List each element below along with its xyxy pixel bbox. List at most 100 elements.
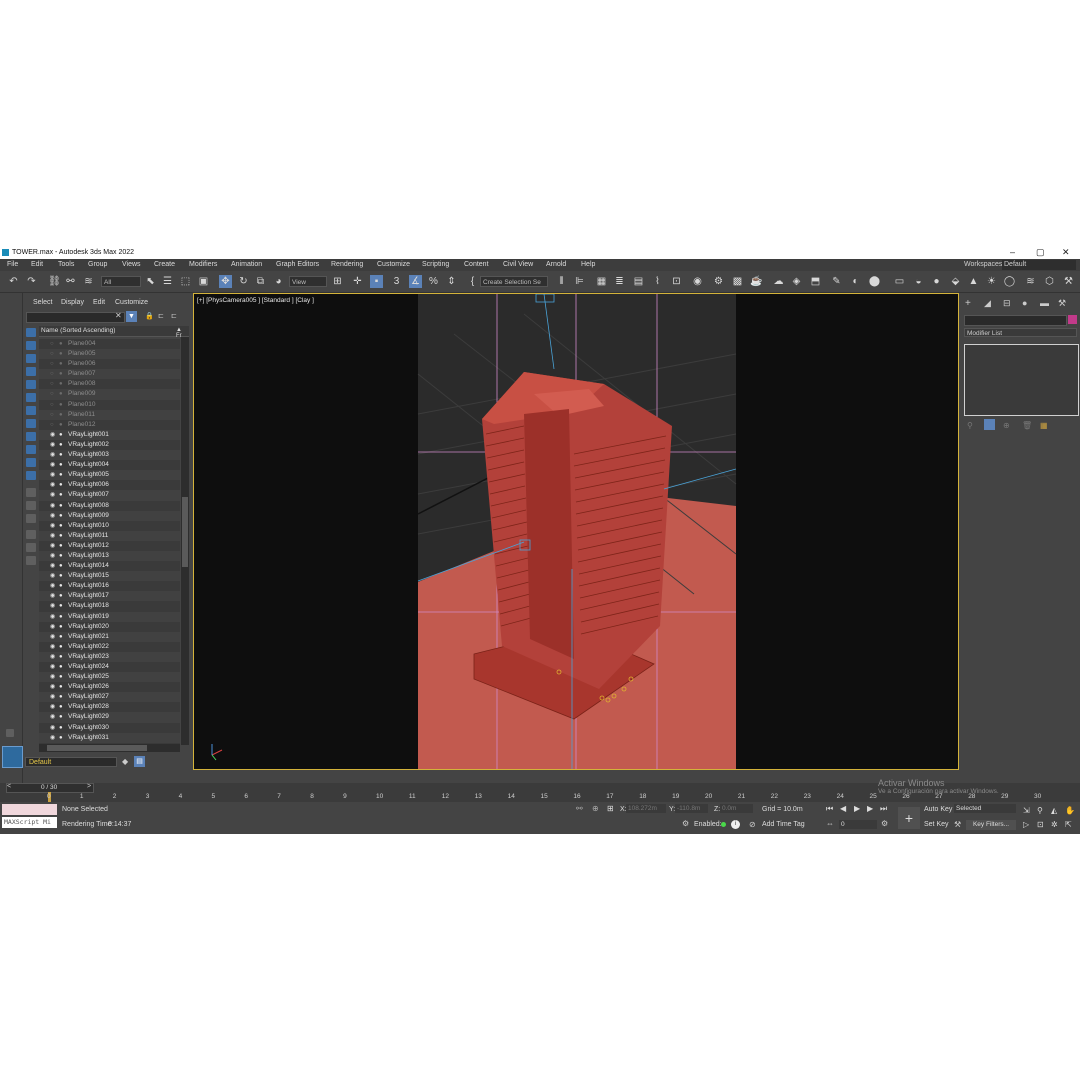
list-item[interactable]: ◉ ● VRayLight026: [39, 682, 180, 692]
visibility-eye-icon[interactable]: ◉: [50, 551, 57, 561]
list-item[interactable]: ◉ ● VRayLight027: [39, 692, 180, 703]
next-frame-button-icon[interactable]: ▶: [867, 804, 873, 813]
display-tab-icon[interactable]: ▬: [1040, 298, 1049, 308]
visibility-eye-icon[interactable]: ◉: [50, 723, 57, 733]
select-and-place-icon[interactable]: ◕: [272, 275, 285, 288]
menu-group[interactable]: Group: [88, 261, 107, 268]
x-coordinate-field[interactable]: 108.272m: [626, 804, 666, 813]
list-item[interactable]: ◉ ● VRayLight024: [39, 662, 180, 672]
list-scrollbar[interactable]: [181, 337, 189, 745]
sync-selection-icon[interactable]: [26, 556, 36, 565]
zoom-region-icon[interactable]: ⊡: [1037, 820, 1044, 829]
prev-frame-icon[interactable]: <: [7, 783, 11, 790]
list-item[interactable]: ◉ ● VRayLight005: [39, 470, 180, 481]
hierarchy-tab-icon[interactable]: ⊟: [1003, 298, 1011, 309]
hierarchy-icon[interactable]: ⊏: [158, 312, 164, 320]
select-and-move-icon[interactable]: ✥: [219, 275, 232, 288]
remove-modifier-icon[interactable]: 🗑: [1022, 421, 1032, 430]
menu-tools[interactable]: Tools: [58, 261, 74, 268]
menu-rendering[interactable]: Rendering: [331, 261, 363, 268]
display-helpers-icon[interactable]: [26, 406, 36, 415]
set-key-button[interactable]: Set Key: [924, 821, 949, 828]
perspective-viewport[interactable]: [+] [PhysCamera005 ] [Standard ] [Clay ]: [193, 293, 959, 770]
current-frame-field[interactable]: 0: [839, 820, 877, 829]
maxscript-listener-output[interactable]: [2, 804, 57, 815]
pivot-center-icon[interactable]: ⊞: [331, 275, 344, 288]
list-item[interactable]: ◉ ● VRayLight004: [39, 460, 180, 470]
go-to-start-icon[interactable]: ⏮: [826, 804, 833, 814]
list-item[interactable]: ◉ ● VRayLight021: [39, 631, 180, 642]
viewport-layout-tab[interactable]: [2, 746, 23, 768]
visibility-eye-icon[interactable]: ◉: [50, 642, 57, 652]
vray-ies-light-icon[interactable]: ⬙: [949, 275, 962, 288]
menu-animation[interactable]: Animation: [231, 261, 262, 268]
visibility-eye-icon[interactable]: ○: [50, 400, 57, 410]
viewport-label[interactable]: [+] [PhysCamera005 ] [Standard ] [Clay ]: [197, 297, 314, 304]
list-item[interactable]: ◉ ● VRayLight018: [39, 601, 180, 611]
schematic-view-icon[interactable]: ⊡: [670, 275, 683, 288]
visibility-eye-icon[interactable]: ◉: [50, 531, 57, 541]
vray-sphere-light-icon[interactable]: ●: [930, 275, 943, 288]
list-item[interactable]: ◉ ● VRayLight029: [39, 712, 180, 723]
list-item[interactable]: ◉ ● VRayLight025: [39, 672, 180, 683]
visibility-eye-icon[interactable]: ○: [50, 359, 57, 369]
utilities-tab-icon[interactable]: ⚒: [1058, 298, 1066, 309]
go-to-end-icon[interactable]: ⏭: [880, 804, 887, 814]
maxscript-mini-listener[interactable]: MAXScript Mi: [2, 817, 57, 828]
isolate-selection-icon[interactable]: ⚯: [576, 804, 583, 813]
list-item[interactable]: ◉ ● VRayLight019: [39, 611, 180, 622]
list-item[interactable]: ○ ● Plane005: [39, 349, 180, 360]
make-unique-icon[interactable]: ⊕: [1003, 421, 1010, 430]
horizontal-scrollbar[interactable]: [39, 744, 180, 752]
list-item[interactable]: ◉ ● VRayLight011: [39, 530, 180, 541]
modifier-stack[interactable]: [964, 344, 1079, 416]
display-containers-icon[interactable]: [26, 471, 36, 480]
scrollbar-thumb[interactable]: [182, 497, 188, 567]
select-manipulate-icon[interactable]: ✛: [351, 275, 364, 288]
vray-plane-icon[interactable]: ▭: [893, 275, 906, 288]
time-configuration-icon[interactable]: ⚙: [881, 819, 888, 828]
toggle-layer-explorer-icon[interactable]: ≣: [613, 275, 626, 288]
time-tag-icon[interactable]: ⊘: [749, 820, 756, 829]
visibility-eye-icon[interactable]: ○: [50, 410, 57, 420]
list-item[interactable]: ○ ● Plane007: [39, 369, 180, 380]
display-frozen-icon[interactable]: [26, 488, 36, 497]
reference-coordinate-dropdown[interactable]: View: [289, 276, 327, 287]
rendered-frame-window-icon[interactable]: ▩: [731, 275, 744, 288]
vray-mesh-light-icon[interactable]: ▲: [967, 275, 980, 288]
list-item[interactable]: ◉ ● VRayLight013: [39, 550, 180, 562]
maximize-button[interactable]: ▢: [1036, 247, 1045, 258]
select-and-rotate-icon[interactable]: ↻: [237, 275, 250, 288]
spinner-snap-icon[interactable]: ⇕: [445, 275, 458, 288]
visibility-eye-icon[interactable]: ◉: [50, 702, 57, 712]
list-item[interactable]: ◉ ● VRayLight030: [39, 723, 180, 733]
material-editor-icon[interactable]: ◉: [691, 275, 704, 288]
lock-icon[interactable]: 🔒: [145, 312, 154, 320]
render-setup-icon[interactable]: ⚙: [712, 275, 725, 288]
menu-arnold[interactable]: Arnold: [546, 261, 566, 268]
vray-dome-light-icon[interactable]: ◒: [912, 275, 925, 288]
visibility-eye-icon[interactable]: ○: [50, 389, 57, 399]
display-space-warps-icon[interactable]: [26, 419, 36, 428]
render-production-icon[interactable]: ☕: [750, 275, 763, 288]
percent-snap-icon[interactable]: %: [427, 275, 440, 288]
list-item[interactable]: ○ ● Plane012: [39, 420, 180, 430]
info-icon[interactable]: i: [731, 820, 740, 829]
pin-stack-icon[interactable]: ⚲: [967, 421, 973, 430]
layer-sort-icon[interactable]: ⊏: [171, 312, 177, 320]
list-item[interactable]: ○ ● Plane004: [39, 339, 180, 349]
vray-ambient-light-icon[interactable]: ◯: [1003, 275, 1016, 288]
display-none-icon[interactable]: [26, 328, 36, 337]
list-item[interactable]: ◉ ● VRayLight031: [39, 732, 180, 743]
visibility-eye-icon[interactable]: ◉: [50, 571, 57, 581]
display-lights-icon[interactable]: [26, 380, 36, 389]
play-icon[interactable]: ▶: [854, 804, 860, 813]
visibility-eye-icon[interactable]: ◉: [50, 541, 57, 551]
keyboard-shortcut-override-icon[interactable]: ▪: [370, 275, 383, 288]
display-shapes-icon[interactable]: [26, 367, 36, 376]
create-tab-icon[interactable]: +: [965, 298, 971, 309]
selection-lock-icon[interactable]: ⊕: [592, 804, 599, 813]
visibility-eye-icon[interactable]: ◉: [50, 490, 57, 500]
visibility-eye-icon[interactable]: ○: [50, 349, 57, 359]
menu-file[interactable]: File: [7, 261, 18, 268]
